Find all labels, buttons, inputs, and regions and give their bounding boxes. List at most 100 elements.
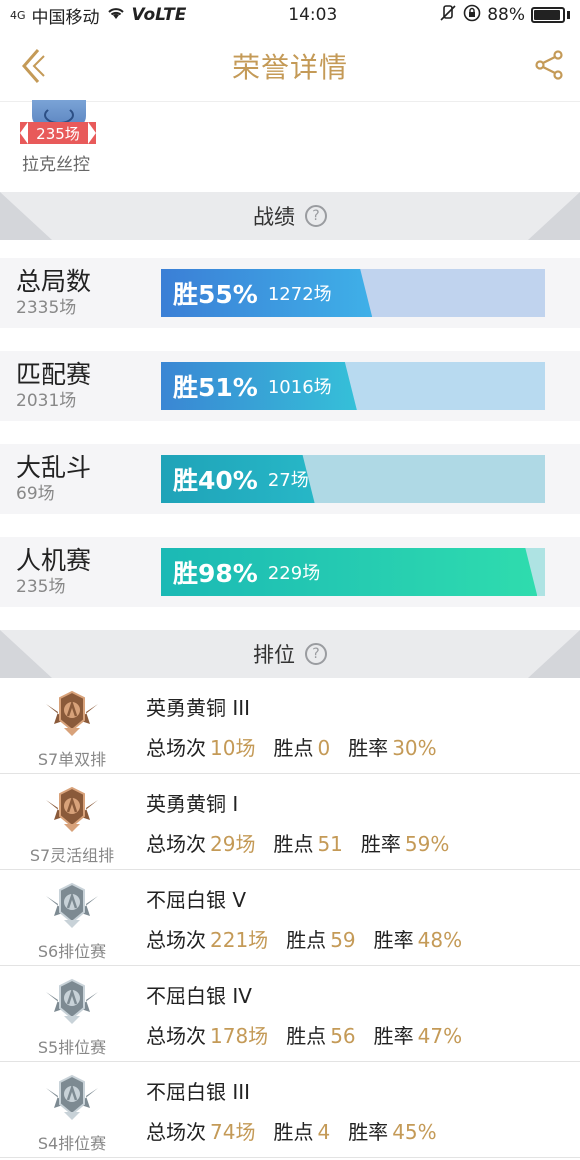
stat-mode: 人机赛 (16, 546, 92, 575)
battery-percent: 88% (487, 5, 525, 25)
win-rate-text: 胜51% (173, 373, 258, 402)
stat-row: 总局数 2335场 胜55% 1272场 (0, 258, 580, 328)
rank-row[interactable]: S7单双排 英勇黄铜 III 总场次 10场 胜点 0 胜率 30% (0, 678, 580, 774)
rank-tier: 不屈白银 III (146, 1080, 251, 1104)
rank-details: 总场次 74场 胜点 4 胜率 45% (146, 1116, 455, 1145)
stat-mode: 匹配赛 (16, 360, 92, 389)
win-games: 1016场 (267, 377, 332, 398)
win-rate-bar: 胜98% 229场 (161, 548, 545, 596)
battery-tip (567, 11, 570, 19)
stat-total: 69场 (16, 484, 55, 504)
nav-bar: 荣誉详情 (0, 30, 580, 102)
win-rate-bar: 胜55% 1272场 (161, 269, 545, 317)
win-rate-text: 胜55% (173, 280, 258, 309)
battery-icon (531, 7, 565, 23)
points-value: 4 (317, 1120, 331, 1144)
rate-label: 胜率 (348, 1120, 389, 1144)
rank-emblem-icon (44, 978, 100, 1026)
total-value: 29场 (210, 832, 256, 856)
stat-mode: 大乱斗 (16, 453, 92, 482)
points-label: 胜点 (273, 832, 314, 856)
status-time: 14:03 (288, 5, 338, 25)
games-badge: 235场 (20, 122, 96, 144)
rank-emblem-icon (44, 690, 100, 738)
rank-list: S7单双排 英勇黄铜 III 总场次 10场 胜点 0 胜率 30% S7灵活组排 英勇黄… (0, 678, 580, 1158)
rank-tier: 不屈白银 IV (146, 984, 252, 1008)
points-value: 0 (317, 736, 331, 760)
wifi-icon (106, 5, 126, 26)
rank-section-header: 排位 ? (0, 630, 580, 678)
win-rate-bar: 胜51% 1016场 (161, 362, 545, 410)
rank-season: S6排位赛 (37, 942, 107, 961)
total-value: 74场 (210, 1120, 256, 1144)
rank-details: 总场次 10场 胜点 0 胜率 30% (146, 732, 455, 761)
rate-label: 胜率 (360, 832, 401, 856)
champion-name: 拉克丝控 (22, 155, 90, 175)
rank-details: 总场次 29场 胜点 51 胜率 59% (146, 828, 467, 857)
stats-list: 总局数 2335场 胜55% 1272场 匹配赛 2031场 胜51% 1016场 … (0, 240, 580, 607)
total-label: 总场次 (146, 1024, 206, 1048)
record-section-title: 战绩 (253, 205, 295, 229)
rate-label: 胜率 (373, 1024, 414, 1048)
points-label: 胜点 (273, 1120, 314, 1144)
total-value: 10场 (210, 736, 256, 760)
stat-total: 235场 (16, 577, 66, 597)
page-title: 荣誉详情 (231, 50, 348, 84)
total-value: 178场 (210, 1024, 269, 1048)
points-label: 胜点 (286, 1024, 327, 1048)
help-icon[interactable]: ? (305, 643, 327, 665)
stat-total: 2031场 (16, 391, 77, 411)
rank-row[interactable]: S6排位赛 不屈白银 V 总场次 221场 胜点 59 胜率 48% (0, 870, 580, 966)
rank-season: S7灵活组排 (29, 846, 115, 865)
rank-season: S7单双排 (37, 750, 107, 769)
rank-tier: 不屈白银 V (146, 888, 247, 912)
win-rate-text: 胜98% (173, 559, 258, 588)
win-games: 1272场 (267, 284, 332, 305)
help-icon[interactable]: ? (305, 205, 327, 227)
hero-champion: 235场 拉克丝控 (0, 100, 580, 192)
rank-section-title: 排位 (253, 643, 295, 667)
win-games: 27场 (267, 470, 309, 491)
stat-row: 人机赛 235场 胜98% 229场 (0, 537, 580, 607)
rank-row[interactable]: S7灵活组排 英勇黄铜 I 总场次 29场 胜点 51 胜率 59% (0, 774, 580, 870)
total-label: 总场次 (146, 1120, 206, 1144)
rank-row[interactable]: S4排位赛 不屈白银 III 总场次 74场 胜点 4 胜率 45% (0, 1062, 580, 1158)
total-label: 总场次 (146, 832, 206, 856)
total-label: 总场次 (146, 736, 206, 760)
rate-value: 59% (404, 832, 450, 856)
rank-details: 总场次 178场 胜点 56 胜率 47% (146, 1020, 480, 1049)
points-label: 胜点 (286, 928, 327, 952)
stat-row: 大乱斗 69场 胜40% 27场 (0, 444, 580, 514)
signal-icon: 4G (10, 8, 26, 22)
back-chevron-icon[interactable] (18, 46, 48, 86)
total-value: 221场 (210, 928, 269, 952)
rank-tier: 英勇黄铜 III (146, 696, 251, 720)
points-value: 56 (330, 1024, 356, 1048)
rate-value: 48% (417, 928, 463, 952)
rate-value: 47% (417, 1024, 463, 1048)
share-icon[interactable] (534, 50, 564, 80)
rank-emblem-icon (44, 1074, 100, 1122)
points-value: 51 (317, 832, 343, 856)
volte-label: VoLTE (131, 5, 187, 25)
lock-rotation-icon (463, 4, 481, 27)
points-value: 59 (330, 928, 356, 952)
total-label: 总场次 (146, 928, 206, 952)
carrier-label: 中国移动 (31, 7, 100, 28)
points-label: 胜点 (273, 736, 314, 760)
status-bar: 4G 中国移动 VoLTE 14:03 88% (0, 0, 580, 30)
stat-mode: 总局数 (16, 267, 92, 296)
win-games: 229场 (267, 563, 321, 584)
rate-value: 30% (392, 736, 437, 760)
rank-emblem-icon (44, 786, 100, 834)
rate-label: 胜率 (348, 736, 389, 760)
record-section-header: 战绩 ? (0, 192, 580, 240)
rank-season: S5排位赛 (37, 1038, 107, 1057)
rank-season: S4排位赛 (37, 1134, 107, 1153)
rank-tier: 英勇黄铜 I (146, 792, 239, 816)
rank-row[interactable]: S5排位赛 不屈白银 IV 总场次 178场 胜点 56 胜率 47% (0, 966, 580, 1062)
win-rate-bar: 胜40% 27场 (161, 455, 545, 503)
stat-total: 2335场 (16, 298, 77, 318)
rate-value: 45% (392, 1120, 437, 1144)
mute-icon (439, 4, 457, 27)
